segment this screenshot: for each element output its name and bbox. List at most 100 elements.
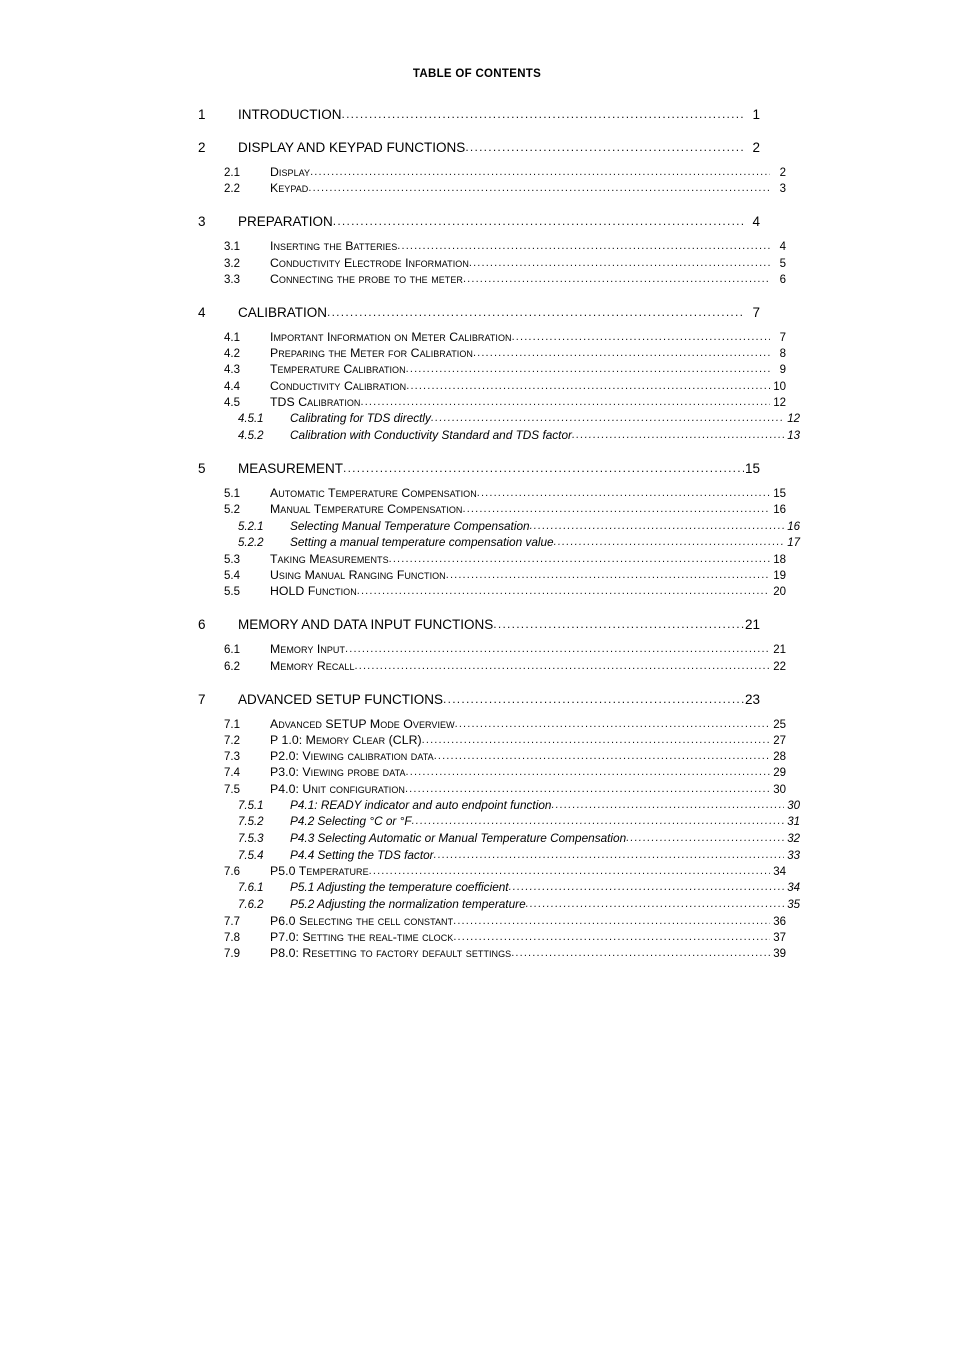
toc-dot-leader: ........................................… (327, 305, 744, 320)
toc-dot-leader: ........................................… (341, 107, 745, 121)
toc-entry[interactable]: 5.3 Taking Measurements..................… (196, 552, 786, 568)
toc-entry[interactable]: 7.6.1 P5.1 Adjusting the temperature coef… (196, 880, 800, 897)
toc-entry-number: 3.1 (224, 241, 240, 254)
toc-entry-label: TDS Calibration (270, 394, 361, 409)
toc-entry-number: 7.8 (224, 931, 240, 944)
toc-entry[interactable]: 7.5.4 P4.4 Setting the TDS factor........… (196, 848, 800, 865)
toc-entry[interactable]: 4.5.1 Calibrating for TDS directly.......… (196, 411, 800, 428)
toc-entry[interactable]: 4.4 Conductivity Calibration.............… (196, 379, 786, 395)
toc-entry-page-number: 7 (752, 305, 760, 321)
toc-entry-page-number: 30 (773, 783, 786, 796)
toc-entry-label: Important Information on Meter Calibrati… (270, 330, 512, 345)
toc-entry[interactable]: 6.1 Memory Input.........................… (196, 642, 786, 658)
toc-entry[interactable]: 7.5.1 P4.1: READY indicator and auto endp… (196, 798, 800, 815)
toc-entry-label: Inserting the Batteries (270, 239, 398, 254)
toc-entry-page-number: 30 (787, 799, 800, 812)
toc-entry-number: 6 (198, 617, 206, 633)
toc-entry-label: P5.0 Temperature (270, 864, 369, 879)
toc-entry[interactable]: 7.2 P 1.0: Memory Clear (CLR)............… (196, 733, 786, 749)
toc-dot-leader: ........................................… (308, 182, 770, 195)
toc-dot-leader: ........................................… (411, 815, 784, 828)
toc-entry[interactable]: 7.4 P3.0: Viewing probe data.............… (196, 765, 786, 781)
toc-entry-number: 7.6.1 (238, 882, 264, 895)
toc-entry-page-number: 34 (787, 882, 800, 895)
toc-entry[interactable]: 7.9 P8.0: Resetting to factory default se… (196, 946, 786, 962)
toc-entry[interactable]: 4.5 TDS Calibration......................… (196, 395, 786, 411)
toc-dot-leader: ........................................… (430, 412, 784, 425)
toc-entry[interactable]: 5.2.1 Selecting Manual Temperature Compen… (196, 519, 800, 536)
toc-entry[interactable]: 4.5.2 Calibration with Conductivity Stand… (196, 428, 800, 445)
toc-entry[interactable]: 4.2 Preparing the Meter for Calibration..… (196, 346, 786, 362)
toc-entry[interactable]: 7.5.2 P4.2 Selecting °C or °F............… (196, 814, 800, 831)
toc-entry[interactable]: 7.6.2 P5.2 Adjusting the normalization te… (196, 897, 800, 914)
toc-entry-number: 7 (198, 691, 206, 707)
toc-entry-label: PREPARATION (238, 214, 333, 230)
toc-dot-leader: ........................................… (553, 536, 784, 549)
toc-entry[interactable]: 1 INTRODUCTION...........................… (196, 107, 760, 123)
toc-entry-number: 7.2 (224, 735, 240, 748)
toc-entry[interactable]: 5.1 Automatic Temperature Compensation...… (196, 486, 786, 502)
toc-entry[interactable]: 2 DISPLAY AND KEYPAD FUNCTIONS...........… (196, 140, 760, 156)
toc-dot-leader: ........................................… (368, 865, 770, 878)
toc-entry[interactable]: 4.3 Temperature Calibration..............… (196, 362, 786, 378)
toc-entry[interactable]: 5.5 HOLD Function........................… (196, 584, 786, 600)
toc-entry-page-number: 2 (779, 167, 786, 179)
toc-entry[interactable]: 3.2 Conductivity Electrode Information...… (196, 256, 786, 272)
toc-entry[interactable]: 6 MEMORY AND DATA INPUT FUNCTIONS........… (196, 617, 760, 633)
toc-entry-number: 7.5 (224, 783, 240, 796)
toc-entry-label: Memory Recall (270, 658, 355, 673)
toc-entry[interactable]: 7.5 P4.0: Unit configuration.............… (196, 782, 786, 798)
toc-entry-number: 5 (198, 461, 206, 477)
toc-dot-leader: ........................................… (493, 617, 744, 632)
toc-dot-leader: ........................................… (388, 552, 770, 565)
toc-dot-leader: ........................................… (571, 428, 784, 441)
toc-entry-page-number: 31 (787, 816, 800, 829)
toc-entry-label: CALIBRATION (238, 305, 328, 321)
toc-entry-number: 3.2 (224, 257, 240, 270)
toc-entry[interactable]: 4.1 Important Information on Meter Calibr… (196, 330, 786, 346)
toc-dot-leader: ........................................… (454, 717, 770, 730)
toc-entry-page-number: 13 (787, 429, 800, 442)
toc-entry-number: 4.3 (224, 364, 240, 377)
toc-entry-label: MEMORY AND DATA INPUT FUNCTIONS (238, 617, 494, 633)
toc-entry-label: P4.4 Setting the TDS factor (290, 847, 434, 862)
toc-entry-page-number: 16 (787, 520, 800, 533)
toc-entry-page-number: 28 (773, 751, 786, 764)
toc-entry[interactable]: 3.1 Inserting the Batteries..............… (196, 239, 786, 255)
toc-entry[interactable]: 7.6 P5.0 Temperature.....................… (196, 864, 786, 880)
toc-entry-page-number: 39 (773, 948, 786, 961)
toc-entry-page-number: 37 (773, 931, 786, 944)
toc-entry-number: 4.5 (224, 396, 240, 409)
toc-dot-leader: ........................................… (453, 930, 770, 943)
toc-entry-label: P3.0: Viewing probe data (270, 765, 406, 780)
toc-entry-number: 4.1 (224, 332, 240, 345)
toc-entry[interactable]: 7.8 P7.0: Setting the real-time clock....… (196, 930, 786, 946)
toc-entry-label: DISPLAY AND KEYPAD FUNCTIONS (238, 140, 466, 155)
toc-entry[interactable]: 2.2 Keypad...............................… (196, 181, 786, 197)
toc-entry-label: P2.0: Viewing calibration data (270, 749, 434, 764)
toc-entry[interactable]: 5.2 Manual Temperature Compensation......… (196, 502, 786, 518)
toc-entry[interactable]: 7 ADVANCED SETUP FUNCTIONS...............… (196, 692, 760, 708)
toc-entry[interactable]: 7.5.3 P4.3 Selecting Automatic or Manual … (196, 831, 800, 848)
toc-entry[interactable]: 3.3 Connecting the probe to the meter....… (196, 272, 786, 288)
toc-entry-number: 4.4 (224, 380, 240, 393)
toc-entry-label: Keypad (270, 181, 309, 196)
toc-entry[interactable]: 7.3 P2.0: Viewing calibration data.......… (196, 749, 786, 765)
toc-entry[interactable]: 2.1 Display..............................… (196, 165, 786, 181)
toc-dot-leader: ........................................… (462, 272, 770, 285)
toc-entry[interactable]: 5 MEASUREMENT............................… (196, 461, 760, 477)
toc-entry-number: 5.2 (224, 504, 240, 517)
toc-entry-page-number: 17 (787, 537, 800, 550)
toc-dot-leader: ........................................… (356, 585, 770, 598)
toc-entry-label: Setting a manual temperature compensatio… (290, 535, 554, 550)
toc-entry[interactable]: 7.7 P6.0 Selecting the cell constant.....… (196, 914, 786, 930)
toc-entry[interactable]: 6.2 Memory Recall........................… (196, 659, 786, 675)
toc-entry[interactable]: 5.4 Using Manual Ranging Function........… (196, 568, 786, 584)
toc-entry-label: Manual Temperature Compensation (270, 502, 463, 517)
toc-entry[interactable]: 3 PREPARATION............................… (196, 214, 760, 230)
toc-entry[interactable]: 4 CALIBRATION............................… (196, 305, 760, 321)
toc-entry-number: 2.1 (224, 167, 240, 179)
toc-entry[interactable]: 7.1 Advanced SETUP Mode Overview.........… (196, 717, 786, 733)
toc-entry[interactable]: 5.2.2 Setting a manual temperature compen… (196, 535, 800, 552)
toc-entry-number: 7.5.4 (238, 849, 264, 862)
